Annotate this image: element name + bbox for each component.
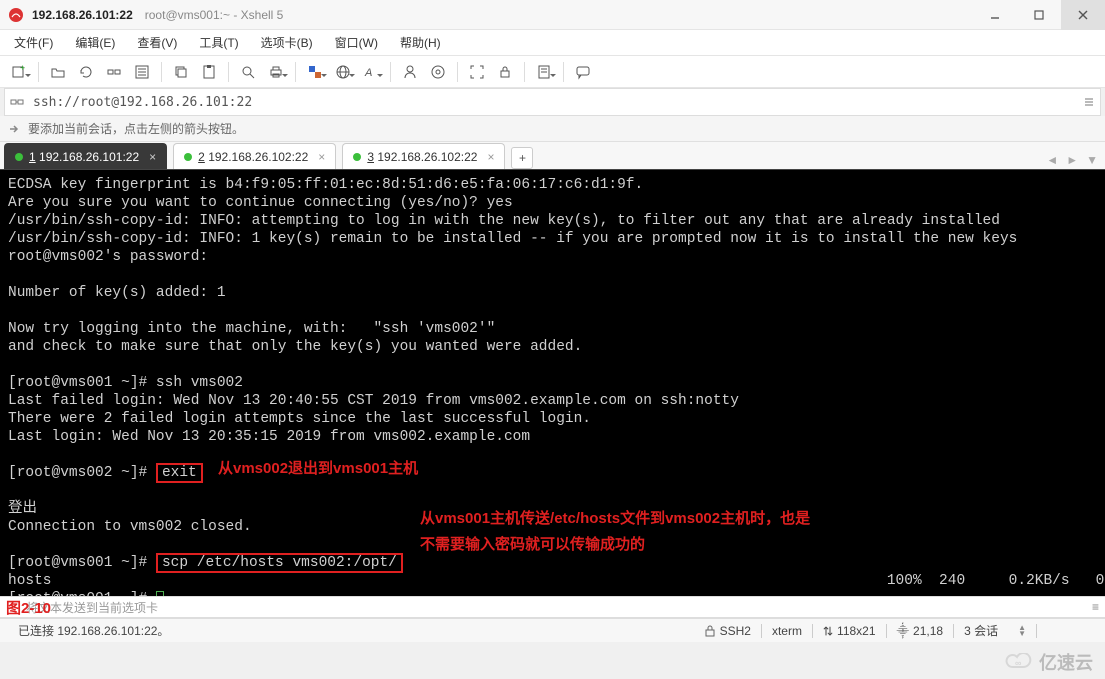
help-button[interactable] [570,59,596,85]
watermark: ∞ 亿速云 [1005,649,1093,675]
fullscreen-button[interactable] [464,59,490,85]
font-button[interactable]: A [358,59,384,85]
menu-window[interactable]: 窗口(W) [331,32,382,53]
figure-label: 图2-10 [6,597,51,618]
highlight-scp: scp /etc/hosts vms002:/opt/ [156,553,403,573]
title-host: 192.168.26.101:22 [32,8,133,22]
status-dot-icon [15,153,23,161]
toolbar-sep [563,62,564,82]
address-bar[interactable]: ssh://root@192.168.26.101:22 [4,88,1101,116]
address-icon [5,95,29,109]
terminal[interactable]: ECDSA key fingerprint is b4:f9:05:ff:01:… [0,170,1105,596]
svg-text:∞: ∞ [1015,658,1022,668]
svg-text:+: + [20,64,25,73]
tab-label: 1 192.168.26.101:22 [29,150,139,164]
address-text[interactable]: ssh://root@192.168.26.101:22 [29,95,1078,110]
tab-next-icon[interactable]: ► [1063,151,1081,169]
toolbar-sep [228,62,229,82]
tab-close-icon[interactable]: × [149,150,156,164]
toolbar: + A [0,56,1105,88]
status-term: xterm [762,624,812,638]
tab-close-icon[interactable]: × [318,150,325,164]
minimize-button[interactable] [973,0,1017,30]
tab-label: 2 192.168.26.102:22 [198,150,308,164]
session-tab-2[interactable]: 2 192.168.26.102:22 × [173,143,336,169]
status-dot-icon [184,153,192,161]
close-button[interactable] [1061,0,1105,30]
annotation-2b: 不需要输入密码就可以传输成功的 [420,536,645,554]
hint-bar: 要添加当前会话，点击左侧的箭头按钮。 [0,116,1105,142]
term-text: hosts 100% 240 0.2KB/s 00:00 [8,573,1105,589]
menu-help[interactable]: 帮助(H) [396,32,445,53]
tunneling-button[interactable] [425,59,451,85]
add-tab-button[interactable]: + [511,147,533,169]
find-button[interactable] [235,59,261,85]
title-bar: 192.168.26.101:22 root@vms001:~ - Xshell… [0,0,1105,30]
status-connection: 已连接 192.168.26.101:22。 [8,622,179,639]
hint-text: 要添加当前会话，点击左侧的箭头按钮。 [28,120,244,137]
send-bar[interactable]: 图2-10 将文本发送到当前选项卡 ≡ [0,596,1105,618]
annotation-2a: 从vms001主机传送/etc/hosts文件到vms002主机时，也是 [420,510,810,528]
tab-strip: 1 192.168.26.101:22 × 2 192.168.26.102:2… [0,142,1105,170]
session-tab-1[interactable]: 1 192.168.26.101:22 × [4,143,167,169]
highlight-exit: exit [156,463,203,483]
toolbar-sep [457,62,458,82]
lock-icon [704,625,716,637]
tab-label: 3 192.168.26.102:22 [367,150,477,164]
menu-edit[interactable]: 编辑(E) [71,32,119,53]
address-dropdown[interactable] [1078,96,1100,108]
properties-button[interactable] [129,59,155,85]
menu-bar: 文件(F) 编辑(E) 查看(V) 工具(T) 选项卡(B) 窗口(W) 帮助(… [0,30,1105,56]
arrow-icon[interactable] [6,121,22,137]
xagent-button[interactable] [397,59,423,85]
tab-menu-icon[interactable]: ▼ [1083,151,1101,169]
status-size: ⇄118x21 [813,624,886,638]
term-text: [root@vms001 ~]# [8,555,156,571]
maximize-button[interactable] [1017,0,1061,30]
color-scheme-button[interactable] [302,59,328,85]
paste-button[interactable] [196,59,222,85]
reconnect-button[interactable] [73,59,99,85]
toolbar-sep [161,62,162,82]
toolbar-sep [390,62,391,82]
toolbar-sep [295,62,296,82]
status-protocol: SSH2 [694,624,761,638]
menu-tab[interactable]: 选项卡(B) [257,32,317,53]
status-sessions: 3 会话 [954,622,1008,639]
copy-button[interactable] [168,59,194,85]
encoding-button[interactable] [330,59,356,85]
svg-text:A: A [364,67,372,79]
menu-file[interactable]: 文件(F) [10,32,57,53]
annotation-1: 从vms002退出到vms001主机 [218,460,418,478]
term-text: [root@vms002 ~]# [8,465,156,481]
print-button[interactable] [263,59,289,85]
app-icon [8,7,24,23]
send-menu-icon[interactable]: ≡ [1092,600,1099,614]
tab-nav: ◄ ► ▼ [1043,151,1101,169]
status-updown-icon[interactable]: ▲▼ [1008,625,1036,637]
menu-tools[interactable]: 工具(T) [195,32,242,53]
tab-close-icon[interactable]: × [487,150,494,164]
menu-view[interactable]: 查看(V) [133,32,181,53]
tab-prev-icon[interactable]: ◄ [1043,151,1061,169]
status-bar: 已连接 192.168.26.101:22。 SSH2 xterm ⇄118x2… [0,618,1105,642]
toolbar-sep [38,62,39,82]
new-session-button[interactable]: + [6,59,32,85]
title-sub: root@vms001:~ - Xshell 5 [145,8,284,22]
open-button[interactable] [45,59,71,85]
lock-button[interactable] [492,59,518,85]
status-dot-icon [353,153,361,161]
session-tab-3[interactable]: 3 192.168.26.102:22 × [342,143,505,169]
status-position: ⸎21,18 [887,622,954,639]
toolbar-sep [524,62,525,82]
disconnect-button[interactable] [101,59,127,85]
script-button[interactable] [531,59,557,85]
